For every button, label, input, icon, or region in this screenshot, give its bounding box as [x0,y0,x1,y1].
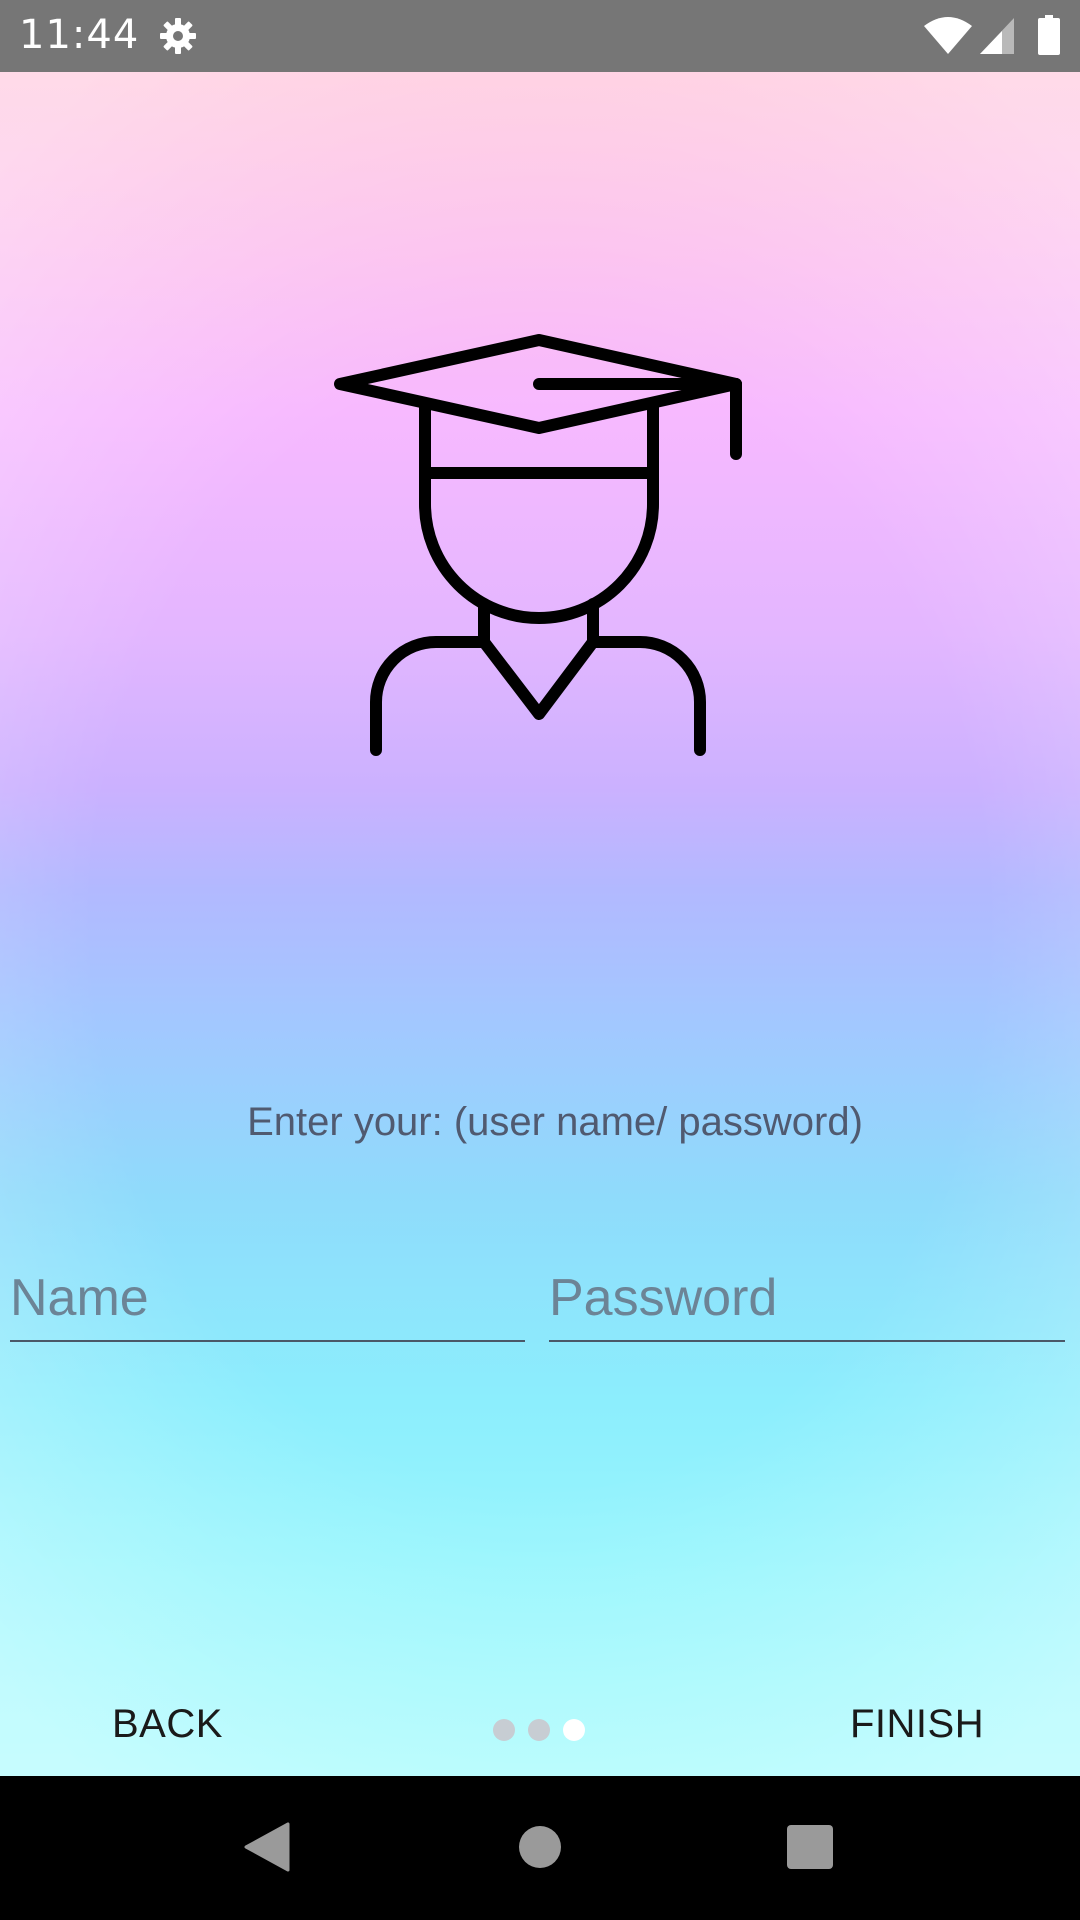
password-field[interactable] [549,1256,1065,1342]
status-time: 11:44 [19,12,140,58]
gear-icon [160,18,196,54]
screen: 11:44 Enter your: (user name/ password) … [0,0,1080,1920]
back-button[interactable]: BACK [112,1702,223,1747]
back-triangle-icon[interactable] [244,1822,290,1872]
credentials-prompt: Enter your: (user name/ password) [247,1100,863,1144]
onboarding-page: Enter your: (user name/ password) BACK F… [0,72,1080,1776]
battery-icon [1038,15,1060,55]
home-circle-icon[interactable] [519,1826,561,1868]
page-indicator [493,1719,593,1741]
page-dot-2 [528,1719,550,1741]
name-field[interactable] [10,1256,525,1342]
status-bar: 11:44 [0,0,1080,72]
signal-icon [980,18,1014,54]
graduate-icon [334,334,742,756]
wifi-icon [924,17,972,54]
page-dot-3-active [563,1719,585,1741]
recents-square-icon[interactable] [787,1825,833,1869]
finish-button[interactable]: FINISH [850,1702,984,1747]
page-dot-1 [493,1719,515,1741]
